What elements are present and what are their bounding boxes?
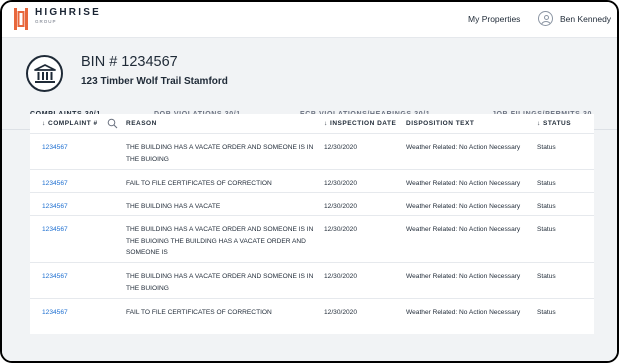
brand-name: HIGHRISE: [35, 7, 101, 18]
status-cell: Status: [537, 273, 556, 280]
inspection-date-cell: 12/30/2020: [324, 273, 358, 280]
header-status[interactable]: ↓ STATUS: [537, 120, 571, 127]
complaint-id-link[interactable]: 1234567: [42, 201, 68, 213]
property-address: 123 Timber Wolf Trail Stamford: [81, 76, 228, 87]
avatar-icon: [538, 11, 553, 26]
disposition-cell: Weather Related: No Action Necessary: [406, 309, 521, 316]
complaint-id-link[interactable]: 1234567: [42, 142, 68, 154]
status-cell: Status: [537, 309, 556, 316]
inspection-date-cell: 12/30/2020: [324, 144, 358, 151]
complaints-table: ↓ COMPLAINT # REASON ↓ INSPECTION DATE D…: [30, 114, 594, 334]
status-cell: Status: [537, 180, 556, 187]
status-cell: Status: [537, 226, 556, 233]
disposition-cell: Weather Related: No Action Necessary: [406, 180, 521, 187]
disposition-cell: Weather Related: No Action Necessary: [406, 144, 521, 151]
disposition-cell: Weather Related: No Action Necessary: [406, 226, 521, 233]
user-menu[interactable]: Ben Kennedy: [538, 11, 611, 26]
user-name: Ben Kennedy: [560, 13, 612, 24]
reason-cell: THE BUILDING HAS A VACATE ORDER AND SOME…: [126, 144, 314, 163]
building-icon: [26, 55, 63, 92]
reason-cell: THE BUILDING HAS A VACATE ORDER AND SOME…: [126, 273, 314, 292]
brand-logo[interactable]: HIGHRISE GROUP: [14, 8, 101, 30]
complaint-id-link[interactable]: 1234567: [42, 271, 68, 283]
inspection-date-cell: 12/30/2020: [324, 226, 358, 233]
complaint-id-link[interactable]: 1234567: [42, 224, 68, 236]
table-row[interactable]: 1234567 THE BUILDING HAS A VACATE ORDER …: [30, 216, 594, 263]
header-inspection-date[interactable]: ↓ INSPECTION DATE: [324, 120, 396, 127]
table-row[interactable]: 1234567 FAIL TO FILE CERTIFICATES OF COR…: [30, 170, 594, 193]
complaint-id-link[interactable]: 1234567: [42, 178, 68, 190]
table-row[interactable]: 1234567 FAIL TO FILE CERTIFICATES OF COR…: [30, 299, 594, 329]
reason-cell: THE BUILDING HAS A VACATE: [126, 203, 221, 210]
header-complaint[interactable]: ↓ COMPLAINT #: [42, 120, 98, 127]
disposition-cell: Weather Related: No Action Necessary: [406, 273, 521, 280]
table-header: ↓ COMPLAINT # REASON ↓ INSPECTION DATE D…: [30, 114, 594, 134]
disposition-cell: Weather Related: No Action Necessary: [406, 203, 521, 210]
header-disposition: DISPOSITION TEXT: [406, 120, 475, 127]
highrise-logo-icon: [14, 8, 28, 30]
top-bar: HIGHRISE GROUP My Properties Ben Kennedy: [2, 2, 617, 38]
inspection-date-cell: 12/30/2020: [324, 180, 358, 187]
brand-sub: GROUP: [35, 19, 57, 24]
page-title: BIN # 1234567: [81, 54, 178, 70]
status-cell: Status: [537, 144, 556, 151]
inspection-date-cell: 12/30/2020: [324, 203, 358, 210]
reason-cell: FAIL TO FILE CERTIFICATES OF CORRECTION: [126, 309, 272, 316]
table-row[interactable]: 1234567 THE BUILDING HAS A VACATE ORDER …: [30, 134, 594, 170]
header-reason: REASON: [126, 120, 157, 127]
inspection-date-cell: 12/30/2020: [324, 309, 358, 316]
my-properties-link[interactable]: My Properties: [468, 14, 520, 24]
search-icon[interactable]: [107, 118, 118, 129]
status-cell: Status: [537, 203, 556, 210]
complaint-id-link[interactable]: 1234567: [42, 307, 68, 319]
reason-cell: THE BUILDING HAS A VACATE ORDER AND SOME…: [126, 226, 314, 257]
table-row[interactable]: 1234567 THE BUILDING HAS A VACATE ORDER …: [30, 263, 594, 299]
table-row[interactable]: 1234567 THE BUILDING HAS A VACATE 12/30/…: [30, 193, 594, 216]
reason-cell: FAIL TO FILE CERTIFICATES OF CORRECTION: [126, 180, 272, 187]
app-window: HIGHRISE GROUP My Properties Ben Kennedy: [0, 0, 619, 363]
